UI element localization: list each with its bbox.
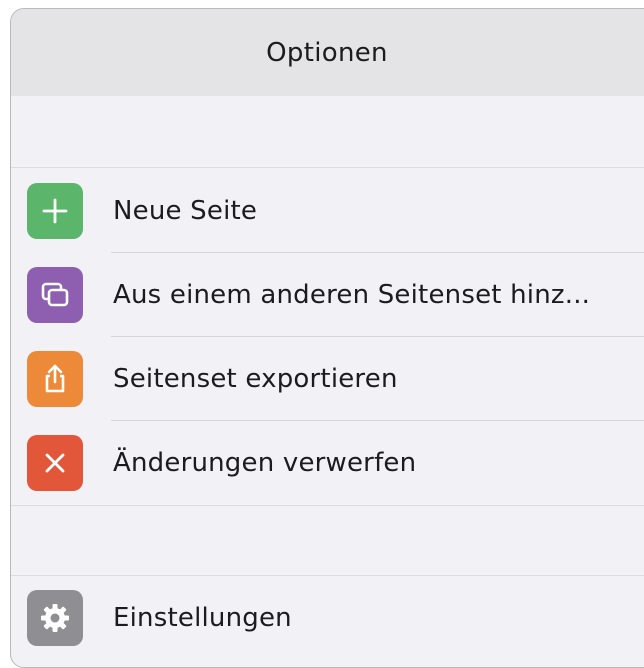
menu-item-label: Einstellungen bbox=[113, 603, 292, 633]
menu-item-discard-changes[interactable]: Änderungen verwerfen bbox=[11, 421, 644, 505]
export-share-icon bbox=[27, 351, 83, 407]
options-panel: Optionen Neue Seite Aus einem anderen Se… bbox=[10, 8, 644, 668]
panel-title: Optionen bbox=[266, 37, 388, 68]
menu-item-export-pageset[interactable]: Seitenset exportieren bbox=[11, 337, 644, 421]
gear-icon bbox=[27, 590, 83, 646]
menu-item-add-from-pageset[interactable]: Aus einem anderen Seitenset hinz... bbox=[11, 253, 644, 337]
menu-item-label: Änderungen verwerfen bbox=[113, 448, 417, 478]
menu-item-new-page[interactable]: Neue Seite bbox=[11, 168, 644, 253]
duplicate-pages-icon bbox=[27, 267, 83, 323]
plus-icon bbox=[27, 182, 83, 239]
section-spacer bbox=[11, 96, 644, 168]
section-spacer bbox=[11, 505, 644, 576]
menu-item-settings[interactable]: Einstellungen bbox=[11, 576, 644, 660]
panel-header: Optionen bbox=[11, 9, 644, 96]
menu-item-label: Neue Seite bbox=[113, 195, 258, 226]
menu-item-label: Seitenset exportieren bbox=[113, 364, 398, 394]
menu-item-label: Aus einem anderen Seitenset hinz... bbox=[113, 280, 591, 310]
close-x-icon bbox=[27, 435, 83, 491]
